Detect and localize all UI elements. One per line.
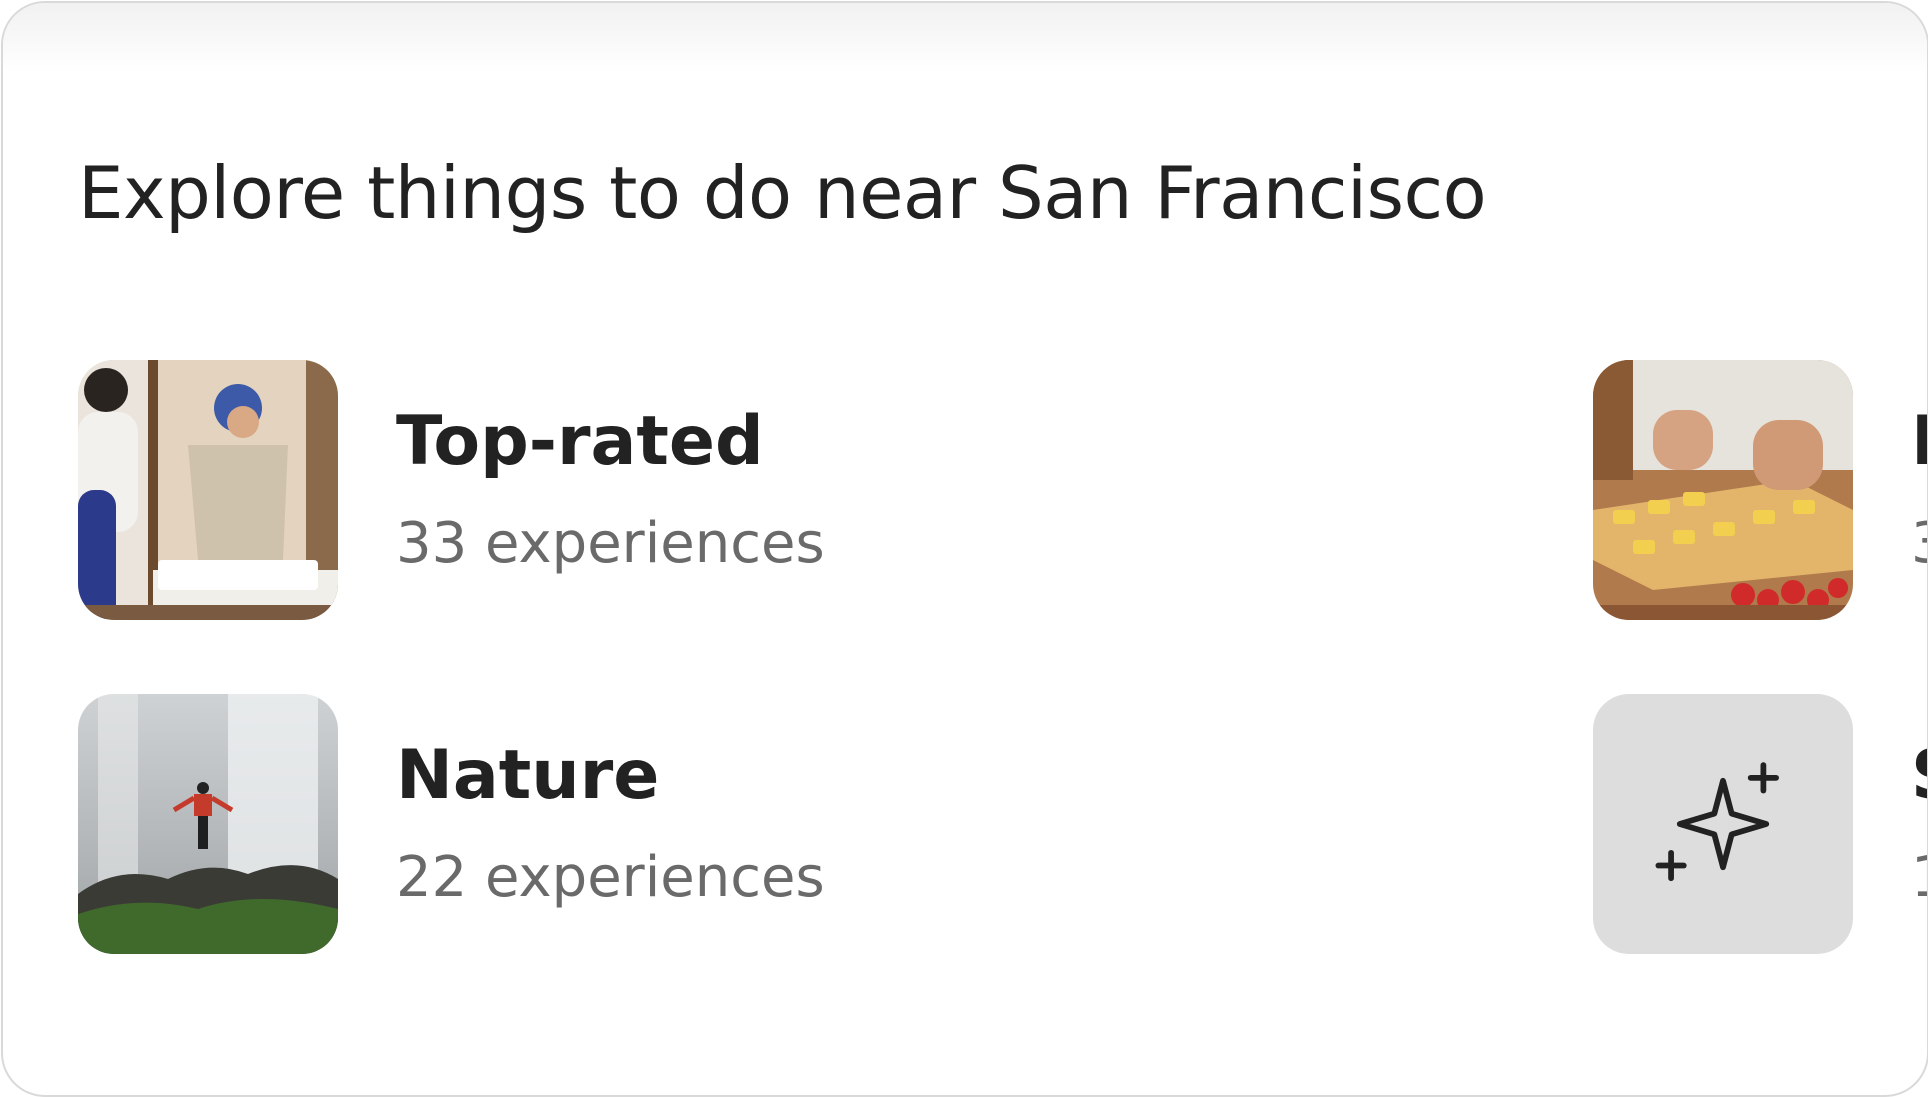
card-subtitle: 33 experiences: [396, 511, 825, 576]
card-subtitle: 3: [1911, 516, 1927, 572]
category-card-food[interactable]: F 3: [1593, 360, 1927, 620]
card-subtitle: 22 experiences: [396, 845, 825, 910]
sparkles-tile: [1593, 694, 1853, 954]
top-fade: [3, 3, 1927, 73]
card-title: Top-rated: [396, 402, 764, 481]
top-rated-thumbnail: [78, 360, 338, 620]
nature-thumbnail: [78, 694, 338, 954]
category-card-s[interactable]: S 1: [1593, 694, 1927, 954]
card-title: S: [1911, 742, 1927, 810]
category-card-top-rated[interactable]: Top-rated 33 experiences: [78, 360, 825, 620]
sparkles-icon: [1655, 762, 1779, 882]
people-folding-dough-photo: [78, 360, 338, 620]
category-card-nature[interactable]: Nature 22 experiences: [78, 694, 825, 954]
card-subtitle: 1: [1911, 850, 1927, 906]
card-title: Nature: [396, 736, 660, 815]
section-title: Explore things to do near San Francisco: [78, 151, 1487, 235]
pasta-making-photo: [1593, 360, 1853, 620]
card-title: F: [1911, 408, 1927, 476]
food-thumbnail: [1593, 360, 1853, 620]
waterfall-hiker-photo: [78, 694, 338, 954]
explore-panel: Explore things to do near San Francisco: [1, 1, 1928, 1097]
